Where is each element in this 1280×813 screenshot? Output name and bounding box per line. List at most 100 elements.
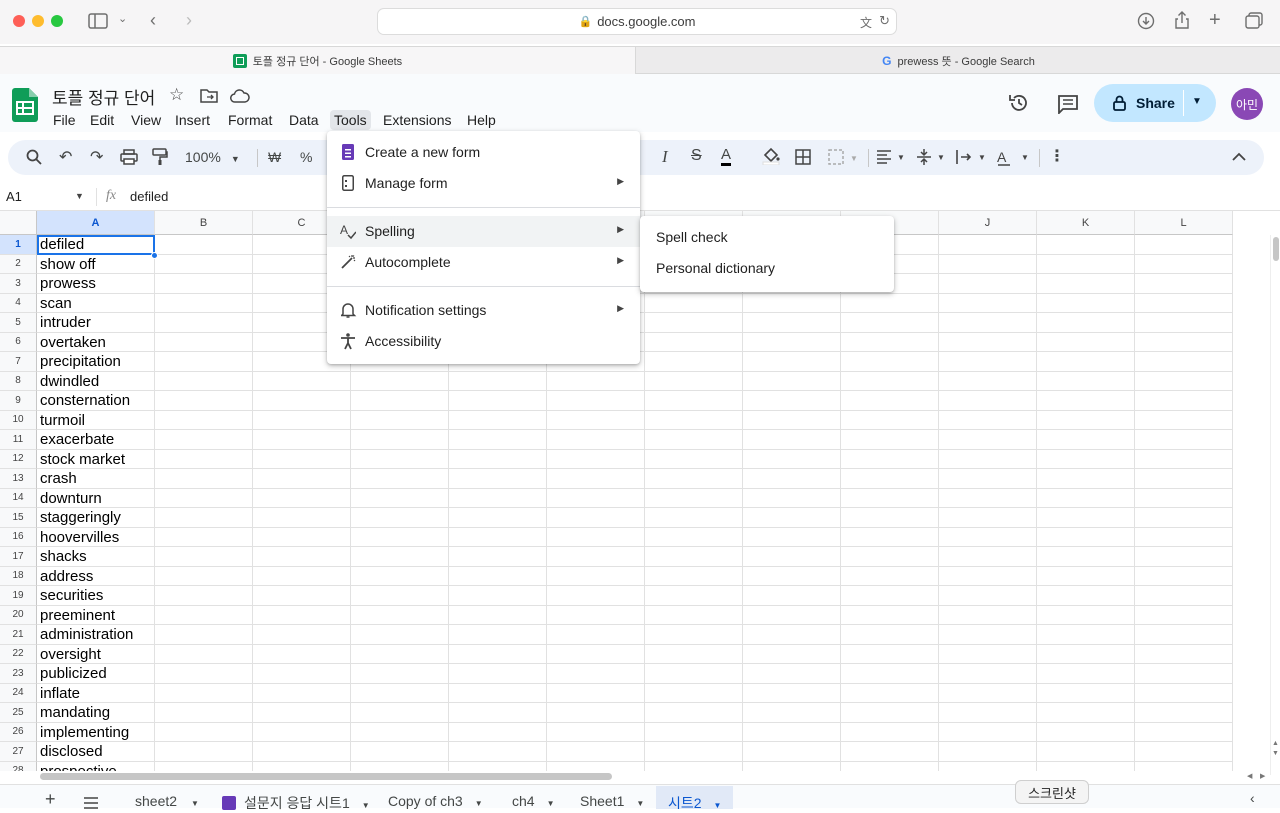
formula-input[interactable]: defiled (130, 189, 168, 204)
cell-a[interactable]: overtaken (37, 332, 155, 352)
row-header[interactable]: 24 (0, 683, 37, 703)
cell[interactable] (155, 469, 253, 489)
cell[interactable] (743, 625, 841, 645)
column-header[interactable]: K (1037, 211, 1135, 235)
sheet-tab-active[interactable]: 시트2 ▼ (656, 786, 734, 811)
cell[interactable] (1037, 235, 1135, 255)
cell[interactable] (841, 469, 939, 489)
cell[interactable] (155, 664, 253, 684)
cell[interactable] (155, 254, 253, 274)
menu-view[interactable]: View (127, 110, 165, 130)
browser-tab-sheets[interactable]: 토플 정규 단어 - Google Sheets (0, 47, 636, 74)
cell[interactable] (743, 371, 841, 391)
paint-format-icon[interactable] (152, 148, 168, 166)
zoom-select[interactable]: 100% ▼ (185, 149, 240, 165)
cell[interactable] (351, 683, 449, 703)
cell[interactable] (743, 527, 841, 547)
cell[interactable] (939, 293, 1037, 313)
cell-a[interactable]: intruder (37, 313, 155, 333)
vertical-scroll-thumb[interactable] (1273, 237, 1279, 261)
cell[interactable] (155, 547, 253, 567)
cell[interactable] (1135, 391, 1233, 411)
cell[interactable] (1037, 508, 1135, 528)
cell[interactable] (841, 332, 939, 352)
cell[interactable] (253, 469, 351, 489)
scroll-tabs-left-icon[interactable]: ‹ (1250, 790, 1255, 806)
row-header[interactable]: 11 (0, 430, 37, 450)
cell[interactable] (351, 586, 449, 606)
vertical-scrollbar[interactable]: ▲ ▼ (1270, 235, 1280, 775)
cell[interactable] (645, 449, 743, 469)
cell[interactable] (253, 410, 351, 430)
cell[interactable] (351, 449, 449, 469)
row-header[interactable]: 4 (0, 293, 37, 313)
cell[interactable] (155, 644, 253, 664)
cell[interactable] (939, 683, 1037, 703)
cell[interactable] (841, 313, 939, 333)
cell[interactable] (253, 508, 351, 528)
row-header[interactable]: 28 (0, 761, 37, 771)
cell[interactable] (155, 703, 253, 723)
cell[interactable] (351, 527, 449, 547)
cell[interactable] (1037, 547, 1135, 567)
row-header[interactable]: 18 (0, 566, 37, 586)
cell-a[interactable]: dwindled (37, 371, 155, 391)
cell[interactable] (743, 508, 841, 528)
cell[interactable] (939, 488, 1037, 508)
cell[interactable] (1037, 371, 1135, 391)
cell[interactable] (939, 722, 1037, 742)
cell[interactable] (1037, 410, 1135, 430)
cell[interactable] (841, 547, 939, 567)
cell[interactable] (1135, 352, 1233, 372)
cell-a[interactable]: preeminent (37, 605, 155, 625)
row-header[interactable]: 19 (0, 586, 37, 606)
cell-a[interactable]: address (37, 566, 155, 586)
row-header[interactable]: 23 (0, 664, 37, 684)
sheet-tab[interactable]: Sheet1 ▼ (580, 793, 644, 809)
cell[interactable] (1037, 332, 1135, 352)
cell[interactable] (253, 430, 351, 450)
cell[interactable] (253, 605, 351, 625)
cell[interactable] (1135, 508, 1233, 528)
cell[interactable] (743, 313, 841, 333)
row-header[interactable]: 5 (0, 313, 37, 333)
translate-icon[interactable]: 文 (860, 14, 872, 31)
menu-tools[interactable]: Tools (330, 110, 371, 130)
cell[interactable] (939, 430, 1037, 450)
share-dropdown-icon[interactable]: ▼ (1192, 96, 1202, 107)
minimize-window-button[interactable] (32, 15, 44, 27)
row-header[interactable]: 9 (0, 391, 37, 411)
cell[interactable] (743, 332, 841, 352)
cell[interactable] (449, 449, 547, 469)
version-history-icon[interactable] (1008, 92, 1030, 114)
row-header[interactable]: 25 (0, 703, 37, 723)
add-sheet-icon[interactable]: + (45, 789, 56, 810)
new-tab-icon[interactable]: + (1209, 9, 1221, 32)
cell[interactable] (1037, 664, 1135, 684)
cell[interactable] (155, 313, 253, 333)
menu-item-accessibility[interactable]: Accessibility (327, 326, 640, 357)
cell[interactable] (645, 722, 743, 742)
cell[interactable] (1135, 625, 1233, 645)
horizontal-scroll-thumb[interactable] (40, 773, 612, 780)
cell[interactable] (155, 410, 253, 430)
cell[interactable] (155, 274, 253, 294)
cell[interactable] (743, 547, 841, 567)
cell[interactable] (939, 605, 1037, 625)
cell[interactable] (939, 527, 1037, 547)
close-window-button[interactable] (13, 15, 25, 27)
cell[interactable] (253, 644, 351, 664)
print-icon[interactable] (120, 149, 138, 165)
column-header[interactable]: A (37, 211, 155, 235)
column-header[interactable]: J (939, 211, 1037, 235)
cell[interactable] (1135, 664, 1233, 684)
cell[interactable] (1135, 761, 1233, 771)
cell[interactable] (645, 352, 743, 372)
cell-a[interactable]: consternation (37, 391, 155, 411)
cell[interactable] (449, 742, 547, 762)
menu-insert[interactable]: Insert (171, 110, 214, 130)
column-header[interactable]: L (1135, 211, 1233, 235)
cell[interactable] (449, 722, 547, 742)
cell[interactable] (841, 644, 939, 664)
row-header[interactable]: 6 (0, 332, 37, 352)
